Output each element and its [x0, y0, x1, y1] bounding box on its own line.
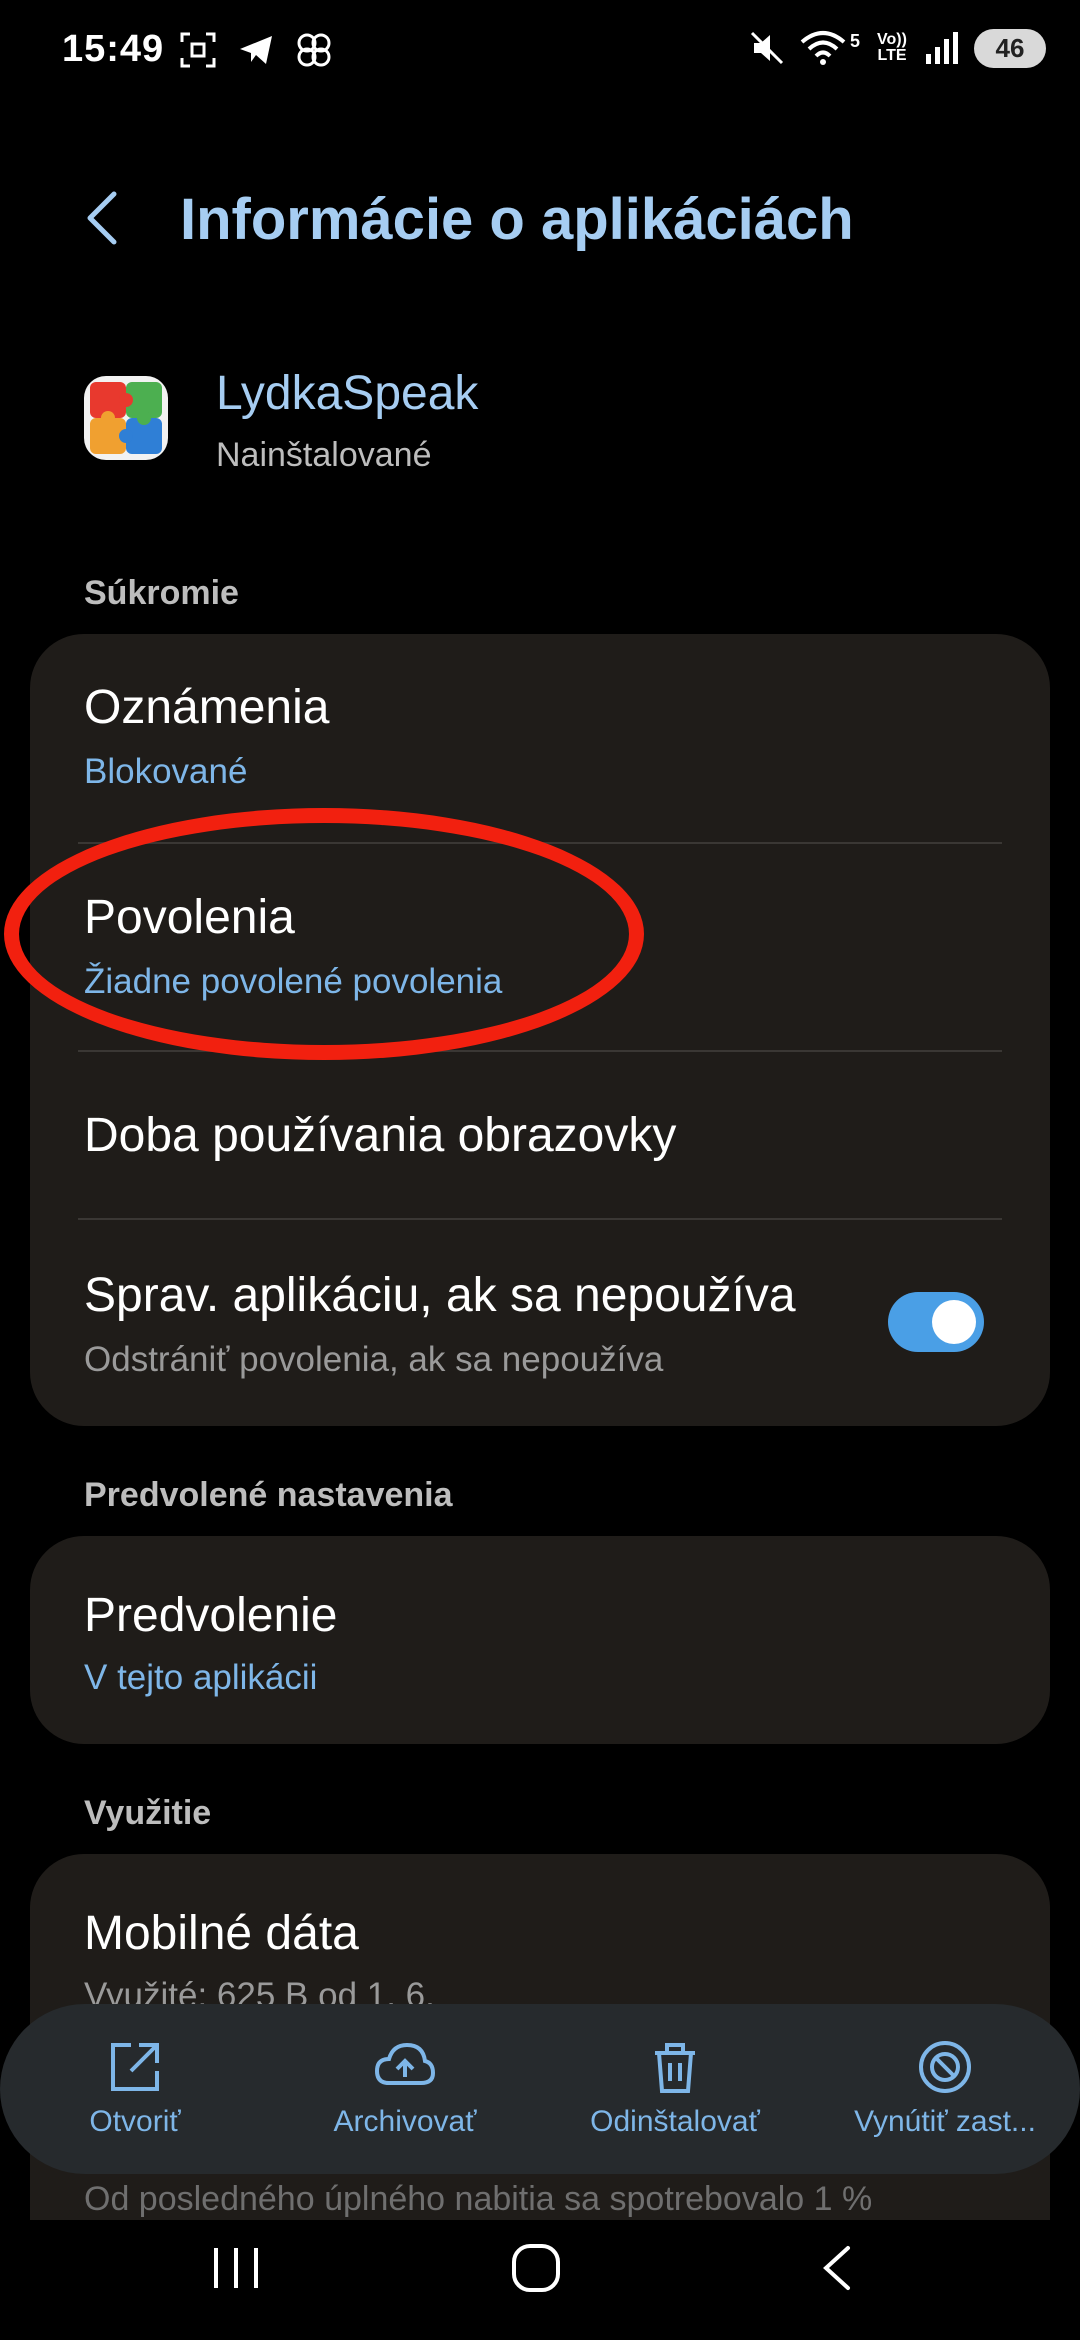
- screenshot-icon: [180, 32, 216, 68]
- open-external-icon: [111, 2043, 159, 2091]
- status-system-icons: 5 Vo)) LTE 46: [748, 28, 1046, 68]
- open-button[interactable]: Otvoriť: [10, 2039, 260, 2139]
- telegram-icon: [240, 36, 272, 64]
- app-install-status: Nainštalované: [216, 436, 432, 474]
- cloud-upload-icon: [374, 2042, 436, 2085]
- app-action-bar: Otvoriť Archivovať Odinštalovať Vynútiť …: [0, 2004, 1080, 2174]
- red-highlight-circle: [4, 808, 644, 1060]
- back-nav-icon[interactable]: [814, 2240, 862, 2301]
- signal-icon: [926, 32, 958, 64]
- battery-indicator: 46: [974, 28, 1046, 68]
- mobile-data-title: Mobilné dáta: [84, 1907, 359, 1960]
- mute-icon: [750, 31, 784, 65]
- recent-apps-icon[interactable]: [206, 2240, 266, 2301]
- defaults-subtitle: V tejto aplikácii: [84, 1658, 318, 1697]
- uninstall-label: Odinštalovať: [590, 2105, 760, 2138]
- back-chevron-icon[interactable]: [78, 188, 128, 253]
- app-puzzle-icon: [84, 376, 168, 460]
- notifications-item[interactable]: [30, 634, 1050, 842]
- archive-button[interactable]: Archivovať: [280, 2039, 530, 2139]
- status-notification-icons: [178, 30, 334, 70]
- section-header-privacy: Súkromie: [84, 574, 239, 612]
- force-stop-button[interactable]: Vynútiť zast...: [820, 2039, 1070, 2139]
- pinwheel-icon: [297, 33, 331, 67]
- archive-label: Archivovať: [333, 2105, 477, 2138]
- battery-usage-text: Od posledného úplného nabitia sa spotreb…: [84, 2180, 873, 2218]
- page-title: Informácie o aplikáciách: [180, 187, 854, 252]
- status-time: 15:49: [62, 28, 165, 70]
- open-label: Otvoriť: [89, 2105, 181, 2138]
- volte-label: Vo)) LTE: [877, 31, 907, 64]
- block-icon: [919, 2041, 971, 2093]
- trash-icon: [655, 2043, 695, 2093]
- manage-unused-toggle[interactable]: [888, 1292, 984, 1352]
- home-icon[interactable]: [508, 2240, 564, 2301]
- notifications-title: Oznámenia: [84, 681, 330, 734]
- network-5g-label: 5: [849, 30, 860, 51]
- notifications-subtitle: Blokované: [84, 752, 248, 791]
- app-name: LydkaSpeak: [216, 367, 479, 420]
- toggle-knob: [932, 1300, 976, 1344]
- force-stop-label: Vynútiť zast...: [854, 2105, 1036, 2138]
- section-header-defaults: Predvolené nastavenia: [84, 1476, 453, 1514]
- wifi-icon: [800, 31, 846, 65]
- screen-time-title: Doba používania obrazovky: [84, 1109, 677, 1162]
- uninstall-button[interactable]: Odinštalovať: [550, 2039, 800, 2139]
- section-header-usage: Využitie: [84, 1794, 212, 1832]
- defaults-title: Predvolenie: [84, 1589, 338, 1642]
- manage-unused-title: Sprav. aplikáciu, ak sa nepoužíva: [84, 1269, 796, 1322]
- manage-unused-subtitle: Odstrániť povolenia, ak sa nepoužíva: [84, 1340, 664, 1379]
